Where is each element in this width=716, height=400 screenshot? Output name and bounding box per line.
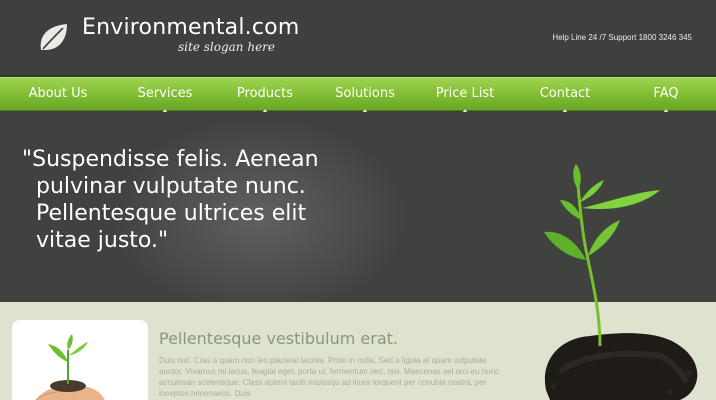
helpline-text: Help Line 24 /7 Support 1800 3246 345 bbox=[552, 33, 692, 42]
nav-item-label: FAQ bbox=[653, 86, 679, 101]
nav-item-label: Contact bbox=[539, 86, 591, 101]
nav-item-products[interactable]: Products bbox=[222, 78, 308, 113]
nav-item-label: Services bbox=[137, 86, 193, 101]
site-header: Environmental.com site slogan here Help … bbox=[0, 0, 716, 76]
main-nav: About Us Services Products Solutions Pri… bbox=[0, 77, 716, 113]
hero-quote-line: "Suspendisse felis. Aenean bbox=[22, 147, 319, 172]
seedling-in-hand-icon bbox=[12, 320, 148, 400]
nav-item-price-list[interactable]: Price List bbox=[422, 78, 508, 113]
content-title: Pellentesque vestibulum erat. bbox=[159, 329, 398, 348]
seedling-in-hand-image bbox=[12, 320, 148, 400]
nav-item-contact[interactable]: Contact bbox=[522, 78, 608, 113]
nav-item-solutions[interactable]: Solutions bbox=[322, 78, 408, 113]
content-body: Duis nisl. Cras a quam non leo placerat … bbox=[159, 356, 500, 398]
hero-quote-line: pulvinar vulputate nunc. bbox=[36, 174, 306, 199]
brand-name[interactable]: Environmental.com bbox=[82, 15, 299, 40]
hero-quote: "Suspendisse felis. Aenean pulvinar vulp… bbox=[22, 146, 382, 254]
nav-item-faq[interactable]: FAQ bbox=[630, 78, 702, 113]
nav-item-label: About Us bbox=[28, 86, 88, 101]
nav-item-label: Price List bbox=[435, 86, 495, 101]
sprout-in-soil-image bbox=[544, 164, 698, 400]
nav-item-about-us[interactable]: About Us bbox=[14, 78, 102, 112]
nav-item-services[interactable]: Services bbox=[120, 78, 210, 113]
hero-quote-line: Pellentesque ultrices elit bbox=[36, 201, 307, 226]
nav-item-label: Products bbox=[236, 86, 294, 101]
site-slogan: site slogan here bbox=[178, 40, 276, 54]
leaf-icon[interactable] bbox=[37, 20, 71, 54]
hero-quote-line: vitae justo." bbox=[36, 228, 169, 253]
nav-item-label: Solutions bbox=[335, 86, 395, 101]
